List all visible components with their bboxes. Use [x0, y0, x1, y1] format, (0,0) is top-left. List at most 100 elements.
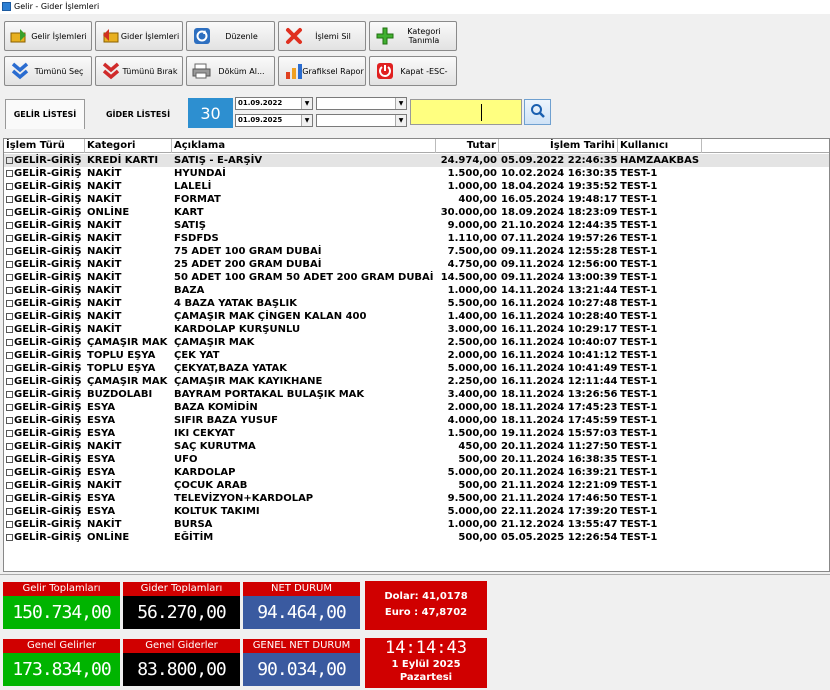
row-checkbox[interactable] — [6, 391, 13, 398]
row-checkbox[interactable] — [6, 443, 13, 450]
table-row[interactable]: GELİR-GİRİŞ ÇAMAŞIR MAK ÇAMAŞIR MAK KAYIKH… — [4, 375, 829, 388]
table-row[interactable]: GELİR-GİRİŞ NAKİT 4 BAZA YATAK BAŞLIK 5.500… — [4, 297, 829, 310]
table-row[interactable]: GELİR-GİRİŞ TOPLU EŞYA ÇEK YAT 2.000,00 16.1… — [4, 349, 829, 362]
row-checkbox[interactable] — [6, 274, 13, 281]
table-row[interactable]: GELİR-GİRİŞ ESYA KOLTUK TAKIMI 5.000,00 22.1… — [4, 505, 829, 518]
cell-text: GELİR-GİRİŞ — [14, 441, 82, 452]
row-checkbox[interactable] — [6, 508, 13, 515]
dokum-al-button[interactable]: Döküm Al... — [186, 56, 275, 86]
row-checkbox[interactable] — [6, 482, 13, 489]
table-row[interactable]: GELİR-GİRİŞ NAKİT LALELİ 1.000,00 18.04.2024… — [4, 180, 829, 193]
tab-gelir-listesi[interactable]: GELİR LİSTESİ — [5, 99, 85, 129]
row-checkbox[interactable] — [6, 209, 13, 216]
table-row[interactable]: GELİR-GİRİŞ NAKİT SATIŞ 9.000,00 21.10.2024 … — [4, 219, 829, 232]
col-kategori[interactable]: Kategori — [85, 139, 172, 153]
row-checkbox[interactable] — [6, 352, 13, 359]
cell-text: GELİR-GİRİŞ — [14, 337, 82, 348]
cell-text: GELİR-GİRİŞ — [14, 246, 82, 257]
row-checkbox[interactable] — [6, 196, 13, 203]
search-button[interactable] — [524, 99, 551, 125]
table-row[interactable]: GELİR-GİRİŞ ÇAMAŞIR MAK ÇAMAŞIR MAK 2.500,0… — [4, 336, 829, 349]
row-checkbox[interactable] — [6, 521, 13, 528]
cell-islem-turu: GELİR-GİRİŞ — [6, 245, 85, 258]
tumunu-sec-button[interactable]: Tümünü Seç — [4, 56, 92, 86]
table-row[interactable]: GELİR-GİRİŞ TOPLU EŞYA ÇEKYAT,BAZA YATAK 5.… — [4, 362, 829, 375]
row-checkbox[interactable] — [6, 248, 13, 255]
cell-tutar: 500,00 — [458, 480, 497, 491]
gelir-islemleri-button[interactable]: Gelir İşlemleri — [4, 21, 92, 51]
cell-islem-turu: GELİR-GİRİŞ — [6, 531, 85, 544]
gider-islemleri-button[interactable]: Gider İşlemleri — [95, 21, 183, 51]
filter-combo-2[interactable]: ▼ — [316, 114, 407, 127]
row-checkbox[interactable] — [6, 404, 13, 411]
duzenle-button[interactable]: Düzenle — [186, 21, 275, 51]
col-aciklama[interactable]: Açıklama — [172, 139, 436, 153]
table-row[interactable]: GELİR-GİRİŞ NAKİT KARDOLAP KURŞUNLU 3.000,0… — [4, 323, 829, 336]
table-row[interactable]: GELİR-GİRİŞ BUZDOLABI BAYRAM PORTAKAL BULA… — [4, 388, 829, 401]
table-row[interactable]: GELİR-GİRİŞ NAKİT FSDFDS 1.110,00 07.11.2024… — [4, 232, 829, 245]
table-row[interactable]: GELİR-GİRİŞ ESYA TELEVİZYON+KARDOLAP 9.500,… — [4, 492, 829, 505]
row-checkbox[interactable] — [6, 313, 13, 320]
cell-islem-tarihi: 22.11.2024 17:39:20 — [501, 506, 618, 517]
row-checkbox[interactable] — [6, 261, 13, 268]
date-from-picker[interactable]: 01.09.2022 ▼ — [235, 97, 313, 110]
transactions-grid[interactable]: İşlem Türü Kategori Açıklama Tutar İşlem… — [3, 138, 830, 572]
row-checkbox[interactable] — [6, 170, 13, 177]
cell-kullanici: TEST-1 — [620, 194, 658, 205]
search-input[interactable] — [410, 99, 522, 125]
col-tutar[interactable]: Tutar — [436, 139, 499, 153]
day-count-box[interactable]: 30 — [188, 98, 233, 128]
table-row[interactable]: GELİR-GİRİŞ NAKİT 50 ADET 100 GRAM 50 ADET… — [4, 271, 829, 284]
col-islem-tarihi[interactable]: İşlem Tarihi — [499, 139, 618, 153]
date-to-picker[interactable]: 01.09.2025 ▼ — [235, 114, 313, 127]
col-kullanici[interactable]: Kullanıcı — [618, 139, 702, 153]
chevrons-down-blue-icon — [9, 61, 31, 81]
table-row[interactable]: GELİR-GİRİŞ ONLİNE KART 30.000,00 18.09.2024… — [4, 206, 829, 219]
table-row[interactable]: GELİR-GİRİŞ NAKİT ÇOCUK ARAB 500,00 21.11.20… — [4, 479, 829, 492]
table-row[interactable]: GELİR-GİRİŞ NAKİT SAÇ KURUTMA 450,00 20.11.2… — [4, 440, 829, 453]
row-checkbox[interactable] — [6, 222, 13, 229]
row-checkbox[interactable] — [6, 157, 13, 164]
table-row[interactable]: GELİR-GİRİŞ NAKİT ÇAMAŞIR MAK ÇİNGEN KALAN… — [4, 310, 829, 323]
col-islem-turu[interactable]: İşlem Türü — [4, 139, 85, 153]
row-checkbox[interactable] — [6, 469, 13, 476]
row-checkbox[interactable] — [6, 378, 13, 385]
row-checkbox[interactable] — [6, 339, 13, 346]
row-checkbox[interactable] — [6, 456, 13, 463]
row-checkbox[interactable] — [6, 300, 13, 307]
row-checkbox[interactable] — [6, 430, 13, 437]
table-row[interactable]: GELİR-GİRİŞ ONLİNE EĞİTİM 500,00 05.05.2025 … — [4, 531, 829, 544]
table-row[interactable]: GELİR-GİRİŞ ESYA UFO 500,00 20.11.2024 16:38… — [4, 453, 829, 466]
row-checkbox[interactable] — [6, 534, 13, 541]
cell-islem-tarihi: 16.05.2024 19:48:17 — [501, 194, 618, 205]
table-row[interactable]: GELİR-GİRİŞ NAKİT HYUNDAİ 1.500,00 10.02.202… — [4, 167, 829, 180]
table-row[interactable]: GELİR-GİRİŞ NAKİT FORMAT 400,00 16.05.2024 1… — [4, 193, 829, 206]
table-row[interactable]: GELİR-GİRİŞ NAKİT 75 ADET 100 GRAM DUBAİ 7.… — [4, 245, 829, 258]
kapat-button[interactable]: Kapat -ESC- — [369, 56, 457, 86]
row-checkbox[interactable] — [6, 495, 13, 502]
cell-aciklama: ÇAMAŞIR MAK KAYIKHANE — [174, 376, 323, 387]
table-row[interactable]: GELİR-GİRİŞ NAKİT BURSA 1.000,00 21.12.2024 … — [4, 518, 829, 531]
kategori-tanimla-button[interactable]: Kategori Tanımla — [369, 21, 457, 51]
cell-kullanici: TEST-1 — [620, 181, 658, 192]
dropdown-arrow-icon: ▼ — [395, 98, 406, 109]
tumunu-birak-button[interactable]: Tümünü Bırak — [95, 56, 183, 86]
table-row[interactable]: GELİR-GİRİŞ NAKİT 25 ADET 200 GRAM DUBAİ 4.… — [4, 258, 829, 271]
row-checkbox[interactable] — [6, 365, 13, 372]
row-checkbox[interactable] — [6, 183, 13, 190]
table-row[interactable]: GELİR-GİRİŞ NAKİT BAZA 1.000,00 14.11.2024 1… — [4, 284, 829, 297]
table-row[interactable]: GELİR-GİRİŞ ESYA SIFIR BAZA YUSUF 4.000,00 1… — [4, 414, 829, 427]
cell-aciklama: BURSA — [174, 519, 213, 530]
table-row[interactable]: GELİR-GİRİŞ ESYA BAZA KOMİDİN 2.000,00 18.11… — [4, 401, 829, 414]
filter-combo-1[interactable]: ▼ — [316, 97, 407, 110]
table-row[interactable]: GELİR-GİRİŞ ESYA KARDOLAP 5.000,00 20.11.202… — [4, 466, 829, 479]
islemi-sil-button[interactable]: İşlemi Sil — [278, 21, 366, 51]
row-checkbox[interactable] — [6, 287, 13, 294]
tab-gider-listesi[interactable]: GİDER LİSTESİ — [92, 99, 184, 129]
row-checkbox[interactable] — [6, 326, 13, 333]
table-row[interactable]: GELİR-GİRİŞ KREDİ KARTI SATIŞ - E-ARŞİV 24.… — [4, 154, 829, 167]
row-checkbox[interactable] — [6, 235, 13, 242]
row-checkbox[interactable] — [6, 417, 13, 424]
grafiksel-rapor-button[interactable]: Grafiksel Rapor — [278, 56, 366, 86]
table-row[interactable]: GELİR-GİRİŞ ESYA IKI CEKYAT 1.500,00 19.11.2… — [4, 427, 829, 440]
